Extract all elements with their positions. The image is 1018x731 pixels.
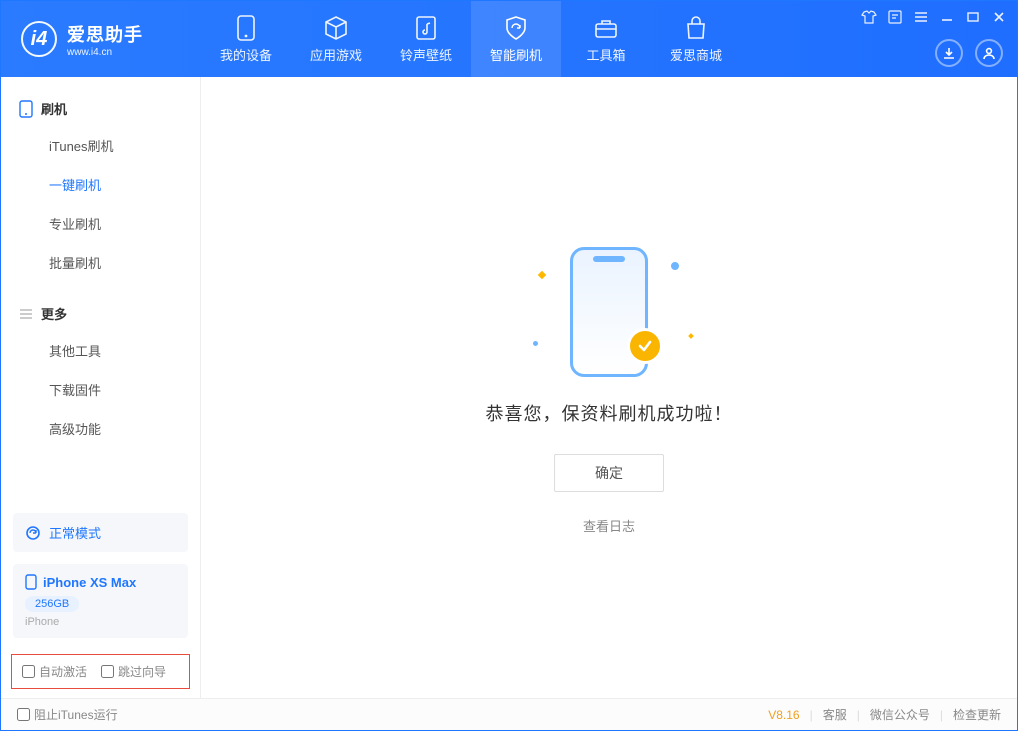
nav-tabs: 我的设备 应用游戏 铃声壁纸 智能刷机 工具箱 [201, 1, 741, 77]
auto-activate-input[interactable] [22, 665, 35, 678]
bag-icon [683, 15, 709, 41]
sidebar-item-pro-flash[interactable]: 专业刷机 [1, 204, 200, 243]
skip-guide-label: 跳过向导 [118, 663, 166, 680]
skip-guide-checkbox[interactable]: 跳过向导 [101, 663, 166, 680]
checkmark-badge-icon [627, 328, 663, 364]
tab-store[interactable]: 爱思商城 [651, 1, 741, 77]
logo[interactable]: i4 爱思助手 www.i4.cn [1, 21, 201, 58]
device-name-row: iPhone XS Max [25, 574, 176, 590]
download-button[interactable] [935, 39, 963, 67]
mode-label: 正常模式 [49, 523, 101, 542]
sync-icon [25, 525, 41, 541]
shield-sync-icon [503, 15, 529, 41]
menu-small-icon [19, 307, 33, 321]
success-illustration [509, 242, 709, 382]
tab-label: 我的设备 [220, 45, 272, 64]
ok-button[interactable]: 确定 [554, 454, 664, 492]
tab-my-device[interactable]: 我的设备 [201, 1, 291, 77]
sparkle-icon [669, 260, 680, 271]
auto-activate-label: 自动激活 [39, 663, 87, 680]
sidebar-item-batch-flash[interactable]: 批量刷机 [1, 243, 200, 282]
minimize-icon[interactable] [937, 7, 957, 27]
footer: 阻止iTunes运行 V8.16 | 客服 | 微信公众号 | 检查更新 [1, 698, 1017, 730]
maximize-icon[interactable] [963, 7, 983, 27]
group-label: 刷机 [41, 99, 67, 118]
cube-icon [323, 15, 349, 41]
menu-icon[interactable] [911, 7, 931, 27]
sidebar-item-itunes-flash[interactable]: iTunes刷机 [1, 126, 200, 165]
brand-name: 爱思助手 [67, 21, 143, 47]
version-label: V8.16 [768, 708, 799, 722]
sidebar-item-download-firmware[interactable]: 下载固件 [1, 370, 200, 409]
phone-small-icon [19, 100, 33, 118]
sparkle-icon [532, 339, 539, 346]
close-icon[interactable] [989, 7, 1009, 27]
tshirt-icon[interactable] [859, 7, 879, 27]
tab-label: 铃声壁纸 [400, 45, 452, 64]
check-update-link[interactable]: 检查更新 [953, 706, 1001, 723]
footer-right: V8.16 | 客服 | 微信公众号 | 检查更新 [768, 706, 1001, 723]
device-type: iPhone [25, 616, 176, 628]
header-right [935, 39, 1003, 67]
sidebar-item-other-tools[interactable]: 其他工具 [1, 331, 200, 370]
header: i4 爱思助手 www.i4.cn 我的设备 应用游戏 铃声壁纸 [1, 1, 1017, 77]
logo-text: 爱思助手 www.i4.cn [67, 21, 143, 58]
tab-ring-wall[interactable]: 铃声壁纸 [381, 1, 471, 77]
sidebar-group-more: 更多 [1, 296, 200, 331]
tab-smart-flash[interactable]: 智能刷机 [471, 1, 561, 77]
sidebar-item-one-key-flash[interactable]: 一键刷机 [1, 165, 200, 204]
main-panel: 恭喜您，保资料刷机成功啦！ 确定 查看日志 [201, 77, 1017, 699]
capacity-badge: 256GB [25, 596, 79, 612]
sparkle-icon [688, 333, 694, 339]
device-icon [25, 574, 37, 590]
tab-label: 智能刷机 [490, 45, 542, 64]
group-label: 更多 [41, 304, 67, 323]
success-message: 恭喜您，保资料刷机成功啦！ [486, 400, 733, 426]
toolbox-icon [593, 15, 619, 41]
body: 刷机 iTunes刷机 一键刷机 专业刷机 批量刷机 更多 其他工具 下载固件 … [1, 77, 1017, 699]
tab-toolbox[interactable]: 工具箱 [561, 1, 651, 77]
device-card[interactable]: iPhone XS Max 256GB iPhone [13, 564, 188, 638]
view-log-link[interactable]: 查看日志 [583, 516, 635, 535]
tab-label: 爱思商城 [670, 45, 722, 64]
skip-guide-input[interactable] [101, 665, 114, 678]
tab-apps-games[interactable]: 应用游戏 [291, 1, 381, 77]
wechat-link[interactable]: 微信公众号 [870, 706, 930, 723]
sidebar-item-advanced[interactable]: 高级功能 [1, 409, 200, 448]
auto-activate-checkbox[interactable]: 自动激活 [22, 663, 87, 680]
tab-label: 工具箱 [586, 45, 625, 64]
brand-site: www.i4.cn [67, 47, 143, 58]
feedback-icon[interactable] [885, 7, 905, 27]
titlebar-controls [859, 7, 1009, 27]
music-file-icon [413, 15, 439, 41]
tab-label: 应用游戏 [310, 45, 362, 64]
block-itunes-checkbox[interactable]: 阻止iTunes运行 [17, 706, 118, 723]
user-button[interactable] [975, 39, 1003, 67]
option-row: 自动激活 跳过向导 [11, 654, 190, 689]
support-link[interactable]: 客服 [823, 706, 847, 723]
block-itunes-label: 阻止iTunes运行 [34, 706, 118, 723]
block-itunes-input[interactable] [17, 708, 30, 721]
logo-icon: i4 [21, 21, 57, 57]
phone-icon [233, 15, 259, 41]
mode-button[interactable]: 正常模式 [13, 513, 188, 552]
sidebar: 刷机 iTunes刷机 一键刷机 专业刷机 批量刷机 更多 其他工具 下载固件 … [1, 77, 201, 699]
sparkle-icon [538, 270, 546, 278]
device-name: iPhone XS Max [43, 575, 136, 590]
sidebar-group-flash: 刷机 [1, 91, 200, 126]
